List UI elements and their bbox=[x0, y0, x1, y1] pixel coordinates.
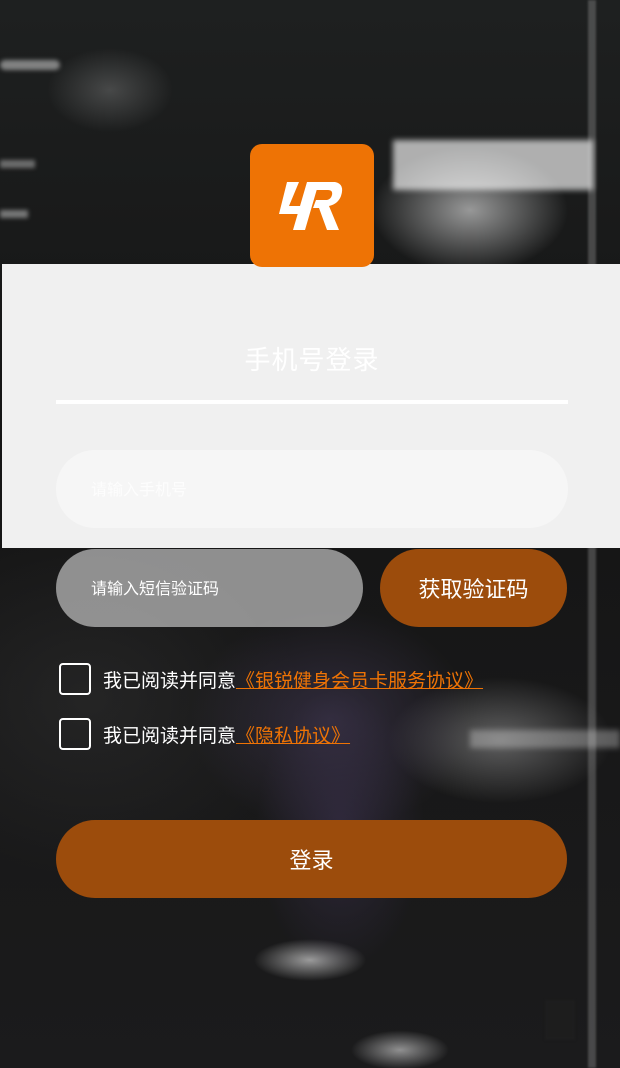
sms-code-field[interactable] bbox=[56, 549, 363, 627]
background-detail bbox=[0, 160, 35, 168]
background-detail bbox=[545, 1000, 575, 1040]
background-detail bbox=[0, 210, 28, 218]
privacy-agreement-checkbox[interactable] bbox=[59, 718, 91, 750]
get-code-button[interactable]: 获取验证码 bbox=[380, 549, 567, 627]
privacy-agreement-link[interactable]: 《隐私协议》 bbox=[236, 721, 350, 748]
background-detail bbox=[393, 140, 593, 190]
agreement-prefix: 我已阅读并同意 bbox=[103, 669, 237, 692]
background-detail bbox=[470, 730, 620, 748]
agreement-prefix: 我已阅读并同意 bbox=[103, 724, 237, 747]
membership-agreement-checkbox[interactable] bbox=[59, 663, 91, 695]
page-title: 手机号登录 bbox=[244, 346, 380, 376]
membership-agreement-row: 我已阅读并同意 《银锐健身会员卡服务协议》 bbox=[59, 663, 483, 695]
brand-logo-mark bbox=[279, 181, 343, 230]
brand-logo-icon bbox=[250, 144, 374, 267]
sms-code-input[interactable] bbox=[91, 578, 363, 598]
login-button[interactable]: 登录 bbox=[56, 820, 567, 898]
membership-agreement-link[interactable]: 《银锐健身会员卡服务协议》 bbox=[236, 666, 483, 693]
privacy-agreement-row: 我已阅读并同意 《隐私协议》 bbox=[59, 718, 350, 750]
phone-input[interactable] bbox=[91, 479, 568, 499]
phone-field[interactable] bbox=[56, 450, 568, 528]
title-underline bbox=[56, 400, 568, 404]
background-detail bbox=[0, 60, 60, 70]
